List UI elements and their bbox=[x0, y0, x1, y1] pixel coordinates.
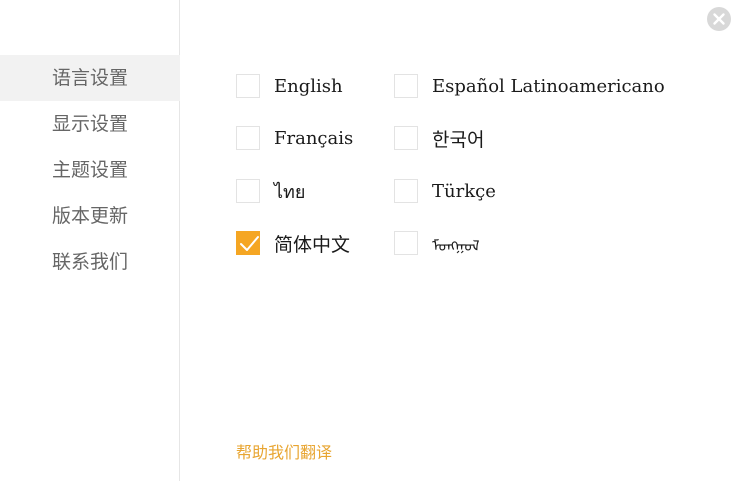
language-checkbox[interactable] bbox=[394, 231, 418, 255]
language-option-mongolian[interactable]: ᠮᠣᠩᠭᠣᠯ bbox=[394, 229, 479, 257]
settings-sidebar: 语言设置 显示设置 主题设置 版本更新 联系我们 bbox=[0, 0, 180, 481]
language-label: ᠮᠣᠩᠭᠣᠯ bbox=[432, 237, 480, 255]
language-label: 한국어 bbox=[432, 128, 485, 151]
language-option-spanish-latam[interactable]: Español Latinoamericano bbox=[394, 72, 665, 100]
language-label: Français bbox=[274, 127, 354, 149]
sidebar-item-theme[interactable]: 主题设置 bbox=[0, 147, 180, 193]
language-label: Español Latinoamericano bbox=[432, 75, 665, 97]
language-option-simplified-chinese[interactable]: 简体中文 bbox=[236, 229, 350, 257]
language-option-korean[interactable]: 한국어 bbox=[394, 124, 484, 152]
help-translate-link[interactable]: 帮助我们翻译 bbox=[236, 439, 332, 463]
language-option-english[interactable]: English bbox=[236, 72, 343, 100]
language-checkbox[interactable] bbox=[394, 126, 418, 150]
language-checkbox[interactable] bbox=[236, 179, 260, 203]
language-checkbox[interactable] bbox=[394, 74, 418, 98]
language-settings-panel: English Español Latinoamericano Français… bbox=[181, 0, 741, 481]
sidebar-item-update[interactable]: 版本更新 bbox=[0, 193, 180, 239]
language-option-turkish[interactable]: Türkçe bbox=[394, 177, 496, 205]
language-option-thai[interactable]: ไทย bbox=[236, 177, 305, 205]
language-label: English bbox=[274, 75, 343, 97]
sidebar-item-display[interactable]: 显示设置 bbox=[0, 101, 180, 147]
sidebar-item-language[interactable]: 语言设置 bbox=[0, 55, 180, 101]
language-label: Türkçe bbox=[432, 180, 496, 202]
settings-window: 语言设置 显示设置 主题设置 版本更新 联系我们 English Español… bbox=[0, 0, 741, 481]
sidebar-nav: 语言设置 显示设置 主题设置 版本更新 联系我们 bbox=[0, 55, 180, 285]
language-label: 简体中文 bbox=[274, 233, 351, 256]
language-option-french[interactable]: Français bbox=[236, 124, 353, 152]
language-checkbox[interactable] bbox=[236, 74, 260, 98]
language-checkbox-checked[interactable] bbox=[236, 231, 260, 255]
sidebar-item-contact[interactable]: 联系我们 bbox=[0, 239, 180, 285]
checkmark-icon bbox=[240, 236, 259, 251]
language-label: ไทย bbox=[274, 181, 306, 203]
language-checkbox[interactable] bbox=[236, 126, 260, 150]
language-checkbox[interactable] bbox=[394, 179, 418, 203]
